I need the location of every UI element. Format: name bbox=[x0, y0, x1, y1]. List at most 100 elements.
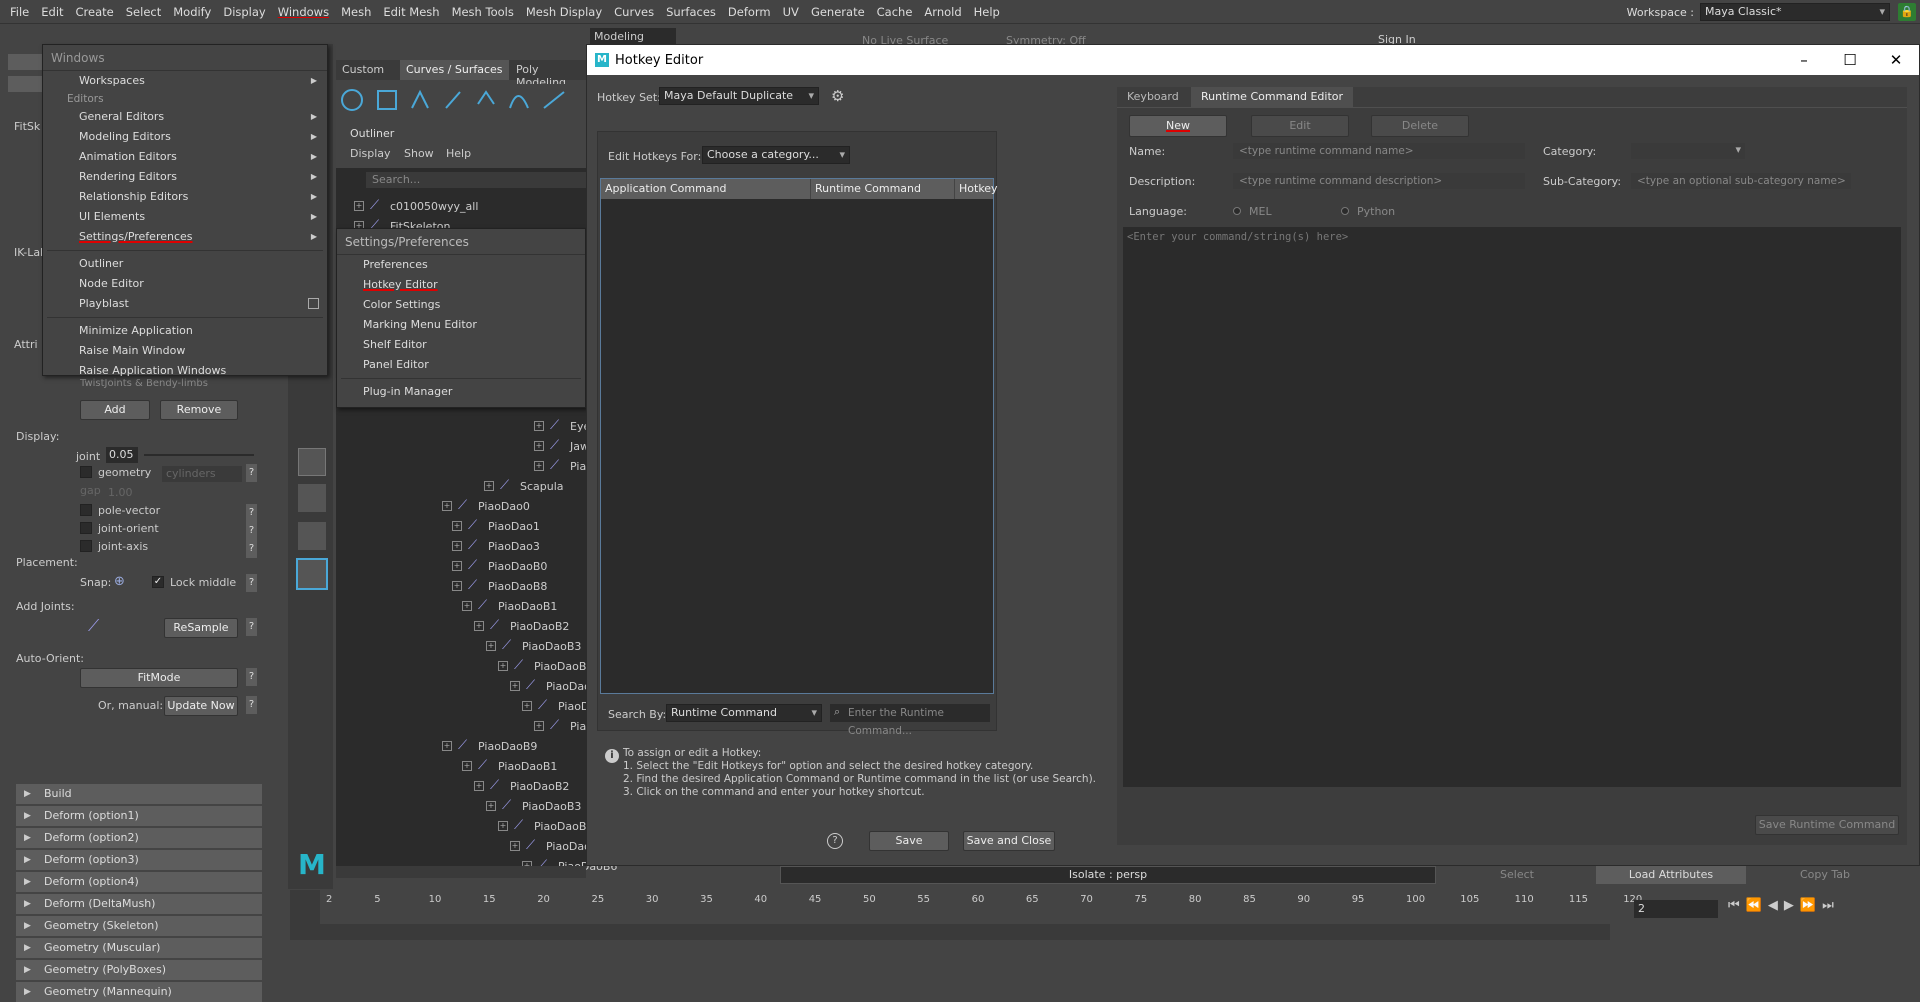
hotkey-set-dropdown[interactable]: Maya Default Duplicate bbox=[659, 87, 819, 105]
save-and-close-button[interactable]: Save and Close bbox=[963, 831, 1055, 851]
help-q-4[interactable]: ? bbox=[246, 522, 257, 540]
expand-icon[interactable]: + bbox=[522, 701, 532, 711]
col-application-command[interactable]: Application Command bbox=[601, 179, 811, 199]
outliner-menu-help[interactable]: Help bbox=[446, 147, 471, 160]
close-button[interactable]: ✕ bbox=[1873, 45, 1919, 75]
menu-edit-mesh[interactable]: Edit Mesh bbox=[377, 0, 445, 24]
mel-radio[interactable]: MEL bbox=[1233, 205, 1272, 218]
outliner-item[interactable]: + ⟋ PiaoDaoB9 bbox=[442, 736, 537, 756]
joint-size-slider[interactable] bbox=[144, 454, 254, 456]
expand-icon[interactable]: + bbox=[442, 741, 452, 751]
search-by-dropdown[interactable]: Runtime Command bbox=[666, 704, 822, 722]
panel-collapse-button[interactable] bbox=[8, 54, 44, 70]
help-icon[interactable]: ? bbox=[827, 833, 843, 849]
expand-icon[interactable]: + bbox=[486, 801, 496, 811]
help-q-2[interactable]: ? bbox=[246, 464, 257, 482]
expand-icon[interactable]: + bbox=[452, 581, 462, 591]
frame-layout[interactable]: Geometry (Skeleton) bbox=[16, 916, 262, 936]
magnet-icon[interactable]: ⊕ bbox=[114, 574, 125, 589]
edit-button[interactable]: Edit bbox=[1251, 115, 1349, 137]
frame-layout[interactable]: Deform (option1) bbox=[16, 806, 262, 826]
outliner-layout-icon[interactable] bbox=[296, 558, 328, 590]
frame-layout[interactable]: Build bbox=[16, 784, 262, 804]
menu-surfaces[interactable]: Surfaces bbox=[660, 0, 722, 24]
outliner-menu-show[interactable]: Show bbox=[404, 147, 434, 160]
layout-split-icon[interactable] bbox=[298, 522, 326, 550]
pole-vector-checkbox[interactable] bbox=[80, 504, 92, 516]
menu-uv[interactable]: UV bbox=[777, 0, 805, 24]
frame-layout[interactable]: Geometry (Mannequin) bbox=[16, 982, 262, 1002]
gear-icon[interactable]: ⚙ bbox=[831, 87, 849, 105]
expand-icon[interactable]: + bbox=[534, 721, 544, 731]
menu-create[interactable]: Create bbox=[70, 0, 120, 24]
layout-grid-icon[interactable] bbox=[298, 484, 326, 512]
command-text-area[interactable]: <Enter your command/string(s) here> bbox=[1123, 227, 1901, 787]
geometry-checkbox[interactable] bbox=[80, 466, 92, 478]
help-q-9[interactable]: ? bbox=[246, 696, 257, 714]
help-q-6[interactable]: ? bbox=[246, 574, 257, 592]
lock-middle-checkbox[interactable]: ✓ bbox=[152, 576, 164, 588]
geometry-type-dropdown[interactable]: cylinders bbox=[162, 466, 242, 482]
col-runtime-command[interactable]: Runtime Command bbox=[811, 179, 955, 199]
select-button[interactable]: Select bbox=[1442, 866, 1592, 884]
menu-item-minimize-application[interactable]: Minimize Application bbox=[43, 321, 327, 341]
menu-arnold[interactable]: Arnold bbox=[918, 0, 967, 24]
copy-tab-button[interactable]: Copy Tab bbox=[1750, 866, 1900, 884]
name-input[interactable]: <type runtime command name> bbox=[1233, 143, 1525, 159]
frame-layout[interactable]: Geometry (Muscular) bbox=[16, 938, 262, 958]
expand-icon[interactable]: + bbox=[498, 821, 508, 831]
subcategory-input[interactable]: <type an optional sub-category name> bbox=[1631, 173, 1851, 189]
frame-layout[interactable]: Deform (option4) bbox=[16, 872, 262, 892]
expand-icon[interactable]: + bbox=[534, 421, 544, 431]
expand-icon[interactable]: + bbox=[452, 541, 462, 551]
time-slider[interactable]: 2 5 10 15 20 25 30 35 40 45 50 55 60 65 70 75 80 85 90 95 10… bbox=[290, 890, 1642, 940]
joint-axis-checkbox[interactable] bbox=[80, 540, 92, 552]
fitmode-button[interactable]: FitMode bbox=[80, 668, 238, 688]
expand-icon[interactable]: + bbox=[442, 501, 452, 511]
outliner-menu-display[interactable]: Display bbox=[350, 147, 391, 160]
menu-item-plug-in-manager[interactable]: Plug-in Manager bbox=[337, 382, 585, 402]
menu-item-raise-application-windows[interactable]: Raise Application Windows bbox=[43, 361, 327, 381]
playback-controls[interactable]: ⏮⏪◀▶⏩⏭ bbox=[1728, 898, 1840, 913]
menu-item-raise-main-window[interactable]: Raise Main Window bbox=[43, 341, 327, 361]
expand-icon[interactable]: + bbox=[534, 441, 544, 451]
save-runtime-command-button[interactable]: Save Runtime Command bbox=[1755, 815, 1899, 835]
menu-curves[interactable]: Curves bbox=[608, 0, 660, 24]
category-select[interactable] bbox=[1631, 143, 1745, 159]
help-q-5[interactable]: ? bbox=[246, 540, 257, 558]
joint-tool-icon[interactable]: ⟋ bbox=[88, 616, 99, 636]
menu-item-node-editor[interactable]: Node Editor bbox=[43, 274, 327, 294]
menu-item-preferences[interactable]: Preferences bbox=[337, 255, 585, 275]
outliner-item[interactable]: + ⟋ PiaoDao3 bbox=[452, 536, 540, 556]
menu-item-modeling-editors[interactable]: Modeling Editors ▶ bbox=[43, 127, 327, 147]
layout-icon[interactable] bbox=[298, 448, 326, 476]
outliner-item[interactable]: + ⟋ PiaoDaoB3 bbox=[486, 796, 581, 816]
menu-file[interactable]: File bbox=[4, 0, 35, 24]
menu-generate[interactable]: Generate bbox=[805, 0, 871, 24]
outliner-item[interactable]: + ⟋ c010050wyy_all bbox=[354, 196, 478, 216]
menu-select[interactable]: Select bbox=[120, 0, 167, 24]
menu-mesh-display[interactable]: Mesh Display bbox=[520, 0, 608, 24]
menu-item-panel-editor[interactable]: Panel Editor bbox=[337, 355, 585, 375]
frame-layout[interactable]: Deform (option2) bbox=[16, 828, 262, 848]
menu-help[interactable]: Help bbox=[968, 0, 1006, 24]
menu-display[interactable]: Display bbox=[217, 0, 271, 24]
tab-keyboard[interactable]: Keyboard bbox=[1117, 87, 1189, 107]
col-hotkey[interactable]: Hotkey bbox=[955, 179, 998, 199]
menu-cache[interactable]: Cache bbox=[871, 0, 919, 24]
help-q-8[interactable]: ? bbox=[246, 668, 257, 686]
category-dropdown[interactable]: Choose a category... bbox=[702, 146, 850, 164]
shelf-tab-custom[interactable]: Custom bbox=[342, 63, 384, 76]
expand-icon[interactable]: + bbox=[452, 521, 462, 531]
outliner-item[interactable]: + ⟋ PiaoDaoB4 bbox=[498, 656, 593, 676]
menu-edit[interactable]: Edit bbox=[35, 0, 69, 24]
menu-item-hotkey-editor[interactable]: Hotkey Editor bbox=[337, 275, 585, 295]
expand-icon[interactable]: + bbox=[462, 601, 472, 611]
menu-windows[interactable]: Windows bbox=[272, 0, 335, 24]
description-input[interactable]: <type runtime command description> bbox=[1233, 173, 1525, 189]
expand-icon[interactable]: + bbox=[498, 661, 508, 671]
shelf-tab-curves[interactable]: Curves / Surfaces bbox=[400, 60, 509, 80]
add-button[interactable]: Add bbox=[80, 400, 150, 420]
outliner-item[interactable]: + ⟋ PiaoDaoB4 bbox=[498, 816, 593, 836]
menu-modify[interactable]: Modify bbox=[167, 0, 217, 24]
